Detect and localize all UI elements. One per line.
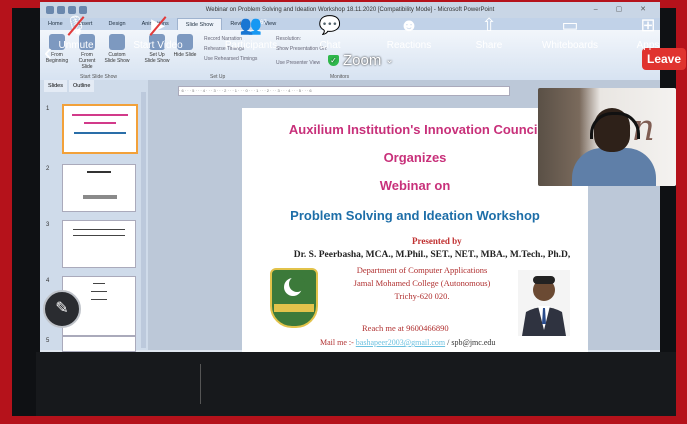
college-logo	[270, 268, 318, 328]
start-video-button[interactable]: ▶ Start Video	[130, 14, 186, 51]
start-video-label: Start Video	[133, 40, 183, 51]
chat-label: Chat	[319, 40, 341, 51]
annotate-pencil-icon[interactable]: ✎	[43, 290, 81, 328]
alt-email: / spb@jmc.edu	[447, 338, 496, 347]
reactions-label: Reactions	[386, 40, 432, 51]
city-text: Trichy-620 020.	[394, 291, 450, 301]
zoom-brand-label: Zoom	[343, 51, 382, 69]
leave-button[interactable]: Leave	[642, 48, 686, 70]
slide-number: 3	[46, 222, 50, 228]
whiteboards-label: Whiteboards	[541, 40, 599, 51]
use-rehearsed-timings-option[interactable]: Use Rehearsed Timings	[204, 56, 257, 62]
shield-icon: ✓	[328, 54, 339, 66]
participants-icon: 👥 67	[218, 14, 284, 36]
slide-title-line-3: Webinar on	[379, 178, 451, 193]
apps-icon: ⊞	[640, 15, 656, 35]
slide-title-line-2: Organizes	[383, 150, 447, 165]
participants-label: Participants	[224, 40, 278, 51]
chevron-down-icon: ⌄	[385, 54, 394, 66]
unmute-button[interactable]: 🎙 Unmute	[54, 14, 98, 51]
slide-thumbnail-1[interactable]	[62, 104, 138, 154]
share-button[interactable]: ⇧ Share	[472, 14, 506, 51]
toolbar-divider	[200, 364, 201, 404]
slide-number: 1	[46, 106, 50, 112]
mail-label: Mail me :-	[320, 338, 354, 347]
contact-phone: Reach me at 9600466890	[362, 323, 449, 333]
reactions-icon: ☻	[399, 15, 419, 35]
apps-button[interactable]: ⊞ Apps	[630, 14, 666, 51]
slide-thumbnail-5[interactable]	[62, 336, 136, 352]
horizontal-ruler: · 6 · · · 5 · · · 4 · · · 3 · · · 2 · · …	[178, 86, 510, 96]
slide-thumbnail-3[interactable]	[62, 220, 136, 268]
slides-pane-scrollbar[interactable]	[141, 92, 146, 348]
zoom-meeting-info[interactable]: ✓ Zoom ⌄	[328, 50, 394, 70]
zoom-control-bar	[36, 352, 676, 416]
apps-label: Apps	[636, 40, 660, 51]
participants-count: 67	[260, 20, 267, 26]
contact-email: Mail me :- bashapeer2003@gmail.com / spb…	[320, 338, 495, 347]
custom-slide-show-button[interactable]: Custom Slide Show	[104, 34, 130, 64]
participant-video-tile[interactable]: on	[538, 88, 676, 186]
reactions-button[interactable]: ☻ Reactions	[386, 14, 432, 51]
tab-slides[interactable]: Slides	[44, 80, 67, 92]
slide-number: 4	[46, 278, 50, 284]
tab-design[interactable]: Design	[100, 18, 133, 30]
presented-by-label: Presented by	[412, 236, 462, 246]
whiteboards-button[interactable]: ▭ Whiteboards	[540, 14, 600, 51]
whiteboard-icon: ▭	[561, 15, 579, 35]
chat-icon: 💬	[318, 15, 342, 35]
slide-title-line-4: Problem Solving and Ideation Workshop	[290, 208, 540, 223]
share-label: Share	[475, 40, 503, 51]
video-off-icon: ▶	[130, 14, 186, 36]
chat-button[interactable]: 💬 Chat	[312, 14, 348, 51]
college-text: Jamal Mohamed College (Autonomous)	[353, 278, 491, 288]
tab-outline[interactable]: Outline	[68, 80, 95, 92]
slide-number: 5	[46, 338, 50, 344]
slide-number: 2	[46, 166, 50, 172]
speaker-photo	[518, 270, 570, 336]
microphone-muted-icon: 🎙	[54, 14, 98, 36]
email-link[interactable]: bashapeer2003@gmail.com	[356, 338, 445, 347]
slide-title-line-1: Auxilium Institution's Innovation Counci…	[288, 122, 542, 137]
slide-thumbnail-2[interactable]	[62, 164, 136, 212]
presenter-name: Dr. S. Peerbasha, MCA., M.Phil., SET., N…	[293, 250, 571, 260]
unmute-label: Unmute	[58, 40, 94, 51]
share-icon: ⇧	[481, 15, 497, 35]
department-text: Department of Computer Applications	[356, 265, 488, 275]
participants-button[interactable]: 👥 67 Participants	[218, 14, 284, 51]
use-presenter-view-option[interactable]: Use Presenter View	[276, 60, 320, 66]
ppt-window-title: Webinar on Problem Solving and Ideation …	[205, 7, 495, 13]
